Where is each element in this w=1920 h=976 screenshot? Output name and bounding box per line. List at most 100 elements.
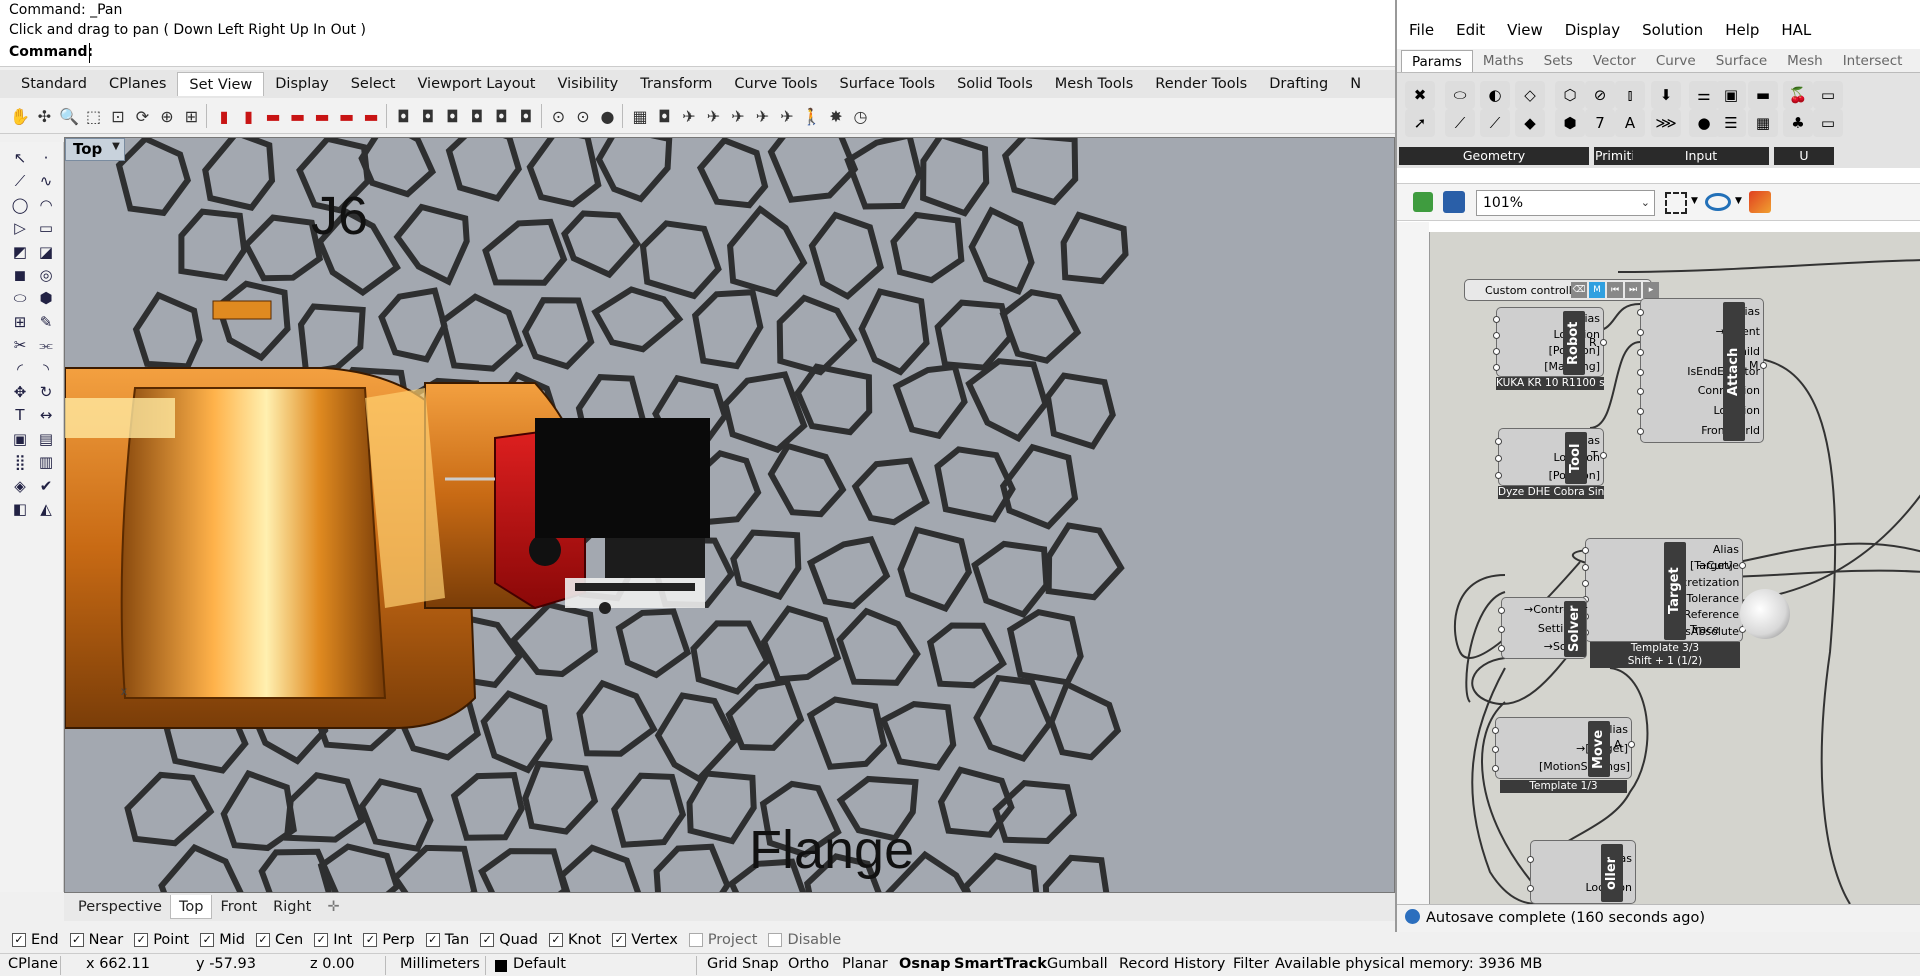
osnap-checkbox[interactable]: ✓ — [425, 933, 440, 947]
plane-param-icon[interactable]: ◆ — [1515, 109, 1545, 137]
surface-icon[interactable]: ◩ — [8, 240, 32, 264]
tab-viewport-layout[interactable]: Viewport Layout — [406, 72, 546, 96]
gh-group-input[interactable]: Input — [1633, 147, 1769, 165]
osnap-int[interactable]: ✓ Int — [314, 932, 352, 948]
brep-param-icon[interactable]: ◇ — [1515, 81, 1545, 109]
target-icon[interactable]: ⊙ — [547, 104, 571, 128]
camera-icon[interactable]: ◘ — [416, 104, 440, 128]
status-filter[interactable]: Filter — [1233, 956, 1269, 972]
input-grip[interactable] — [1498, 607, 1505, 615]
controller-button-1[interactable]: M — [1589, 282, 1605, 298]
mesh-param-icon[interactable]: ⟋ — [1480, 109, 1510, 137]
line-param-icon[interactable]: ⟋ — [1445, 109, 1475, 137]
gh-tab-maths[interactable]: Maths — [1473, 50, 1534, 72]
osnap-tan[interactable]: ✓ Tan — [425, 932, 469, 948]
plane-icon[interactable]: ✈ — [702, 104, 726, 128]
osnap-checkbox[interactable]: ✓ — [480, 933, 495, 947]
osnap-project[interactable]: Project — [688, 932, 757, 948]
cherry-icon[interactable]: 🍒 — [1783, 81, 1813, 109]
pan-icon[interactable]: ✣ — [33, 104, 57, 128]
gumball-sphere-icon[interactable] — [1740, 589, 1790, 639]
tab-surface-tools[interactable]: Surface Tools — [829, 72, 947, 96]
target-icon[interactable]: ⊙ — [571, 104, 595, 128]
input-grip[interactable] — [1637, 348, 1644, 356]
command-input[interactable] — [89, 43, 1389, 63]
output-robot-0[interactable]: R — [1589, 336, 1597, 349]
arc-icon[interactable]: ◠ — [34, 193, 58, 217]
car-icon[interactable]: ▬ — [335, 104, 359, 128]
osnap-perp[interactable]: ✓ Perp — [363, 932, 415, 948]
zoom-level-dropdown[interactable]: 101% ⌄ — [1476, 190, 1655, 216]
input-grip[interactable] — [1582, 563, 1589, 571]
tab-curve-tools[interactable]: Curve Tools — [723, 72, 828, 96]
text-icon[interactable]: T — [8, 403, 32, 427]
curve-param-icon[interactable]: ✖ — [1405, 81, 1435, 109]
circle-icon[interactable]: ◯ — [8, 193, 32, 217]
gh-tab-vector[interactable]: Vector — [1583, 50, 1646, 72]
input-grip[interactable] — [1527, 855, 1534, 863]
plane-icon[interactable]: ✈ — [751, 104, 775, 128]
integer-param-icon[interactable]: 7 — [1585, 109, 1615, 137]
osnap-checkbox[interactable]: ✓ — [314, 933, 329, 947]
input-grip[interactable] — [1492, 727, 1499, 735]
output-grip[interactable] — [1760, 362, 1767, 369]
status-gumball[interactable]: Gumball — [1047, 956, 1108, 972]
clock-icon[interactable]: ◷ — [849, 104, 873, 128]
cylinder-icon[interactable]: ⬭ — [8, 286, 32, 310]
move-icon[interactable]: ✥ — [8, 380, 32, 404]
tab-drafting[interactable]: Drafting — [1258, 72, 1339, 96]
tab-viewport-top[interactable]: Top — [169, 895, 213, 919]
group-param-icon[interactable]: ⬢ — [1555, 109, 1585, 137]
camera-icon[interactable]: ◘ — [514, 104, 538, 128]
status-planar[interactable]: Planar — [842, 956, 888, 972]
zoom-extents-icon[interactable] — [1665, 192, 1687, 214]
gh-tab-transfo[interactable]: Transfo — [1912, 50, 1920, 72]
osnap-knot[interactable]: ✓ Knot — [548, 932, 601, 948]
graph-icon[interactable]: ⋙ — [1651, 109, 1681, 137]
tab-viewport-front[interactable]: Front — [212, 895, 265, 919]
tab-select[interactable]: Select — [340, 72, 407, 96]
polyline-icon[interactable]: ⟋ — [8, 169, 32, 193]
status-osnap[interactable]: Osnap — [899, 956, 950, 972]
extra2-icon[interactable]: ▭ — [1813, 109, 1843, 137]
render-icon[interactable]: ◈ — [8, 474, 32, 498]
tab-n[interactable]: N — [1339, 72, 1372, 96]
swatch-icon[interactable]: ▬ — [1748, 81, 1778, 109]
boolean-param-icon[interactable]: ⊘ — [1585, 81, 1615, 109]
component-solver[interactable]: →ControllerSettings→SolveSolver — [1498, 597, 1587, 659]
input-controller2-1[interactable]: Location — [1565, 873, 1635, 902]
tab-transform[interactable]: Transform — [629, 72, 723, 96]
sketch-pen-icon[interactable] — [1749, 191, 1771, 213]
walk-icon[interactable]: 🚶 — [800, 104, 824, 128]
surface-param-icon[interactable]: ◐ — [1480, 81, 1510, 109]
input-attach-6[interactable]: FromWorld — [1681, 421, 1763, 441]
gh-menu-view[interactable]: View — [1507, 21, 1543, 39]
gh-tab-sets[interactable]: Sets — [1534, 50, 1583, 72]
input-attach-0[interactable]: Alias — [1681, 302, 1763, 322]
box-icon[interactable]: ◼ — [8, 263, 32, 287]
input-grip[interactable] — [1493, 316, 1500, 323]
download-icon[interactable]: ⬇ — [1651, 81, 1681, 109]
status-grid-snap[interactable]: Grid Snap — [707, 956, 779, 972]
gh-menu-file[interactable]: File — [1409, 21, 1434, 39]
gh-group-geometry[interactable]: Geometry — [1399, 147, 1589, 165]
status-cplane[interactable]: CPlane — [8, 956, 58, 972]
osnap-checkbox[interactable]: ✓ — [134, 933, 149, 947]
grasshopper-canvas[interactable]: Custom controller⌫M⏮⏭▸ AliasLocation[Posi… — [1429, 232, 1920, 904]
output-target-1[interactable]: Trace — [1690, 623, 1719, 636]
gh-menu-solution[interactable]: Solution — [1642, 21, 1703, 39]
robot-red-icon[interactable]: ▮ — [237, 104, 261, 128]
output-grip[interactable] — [1600, 339, 1607, 346]
status-record-history[interactable]: Record History — [1119, 956, 1225, 972]
osnap-checkbox[interactable]: ✓ — [69, 933, 84, 947]
osnap-checkbox[interactable] — [688, 933, 703, 947]
zoom-icon[interactable]: 🔍 — [57, 104, 81, 128]
component-tool[interactable]: AliasLocation[Position]ToolT — [1495, 428, 1607, 486]
car-icon[interactable]: ▬ — [310, 104, 334, 128]
gh-menu-display[interactable]: Display — [1565, 21, 1620, 39]
component-custom-controller[interactable]: Custom controller ⌫ M ⏮ ⏭ ▸ — [1464, 279, 1659, 301]
input-grip[interactable] — [1637, 368, 1644, 376]
input-move-2[interactable]: [MotionSettings] — [1539, 758, 1631, 777]
zoom-extents-icon[interactable]: ⊡ — [106, 104, 130, 128]
gh-tab-curve[interactable]: Curve — [1646, 50, 1706, 72]
